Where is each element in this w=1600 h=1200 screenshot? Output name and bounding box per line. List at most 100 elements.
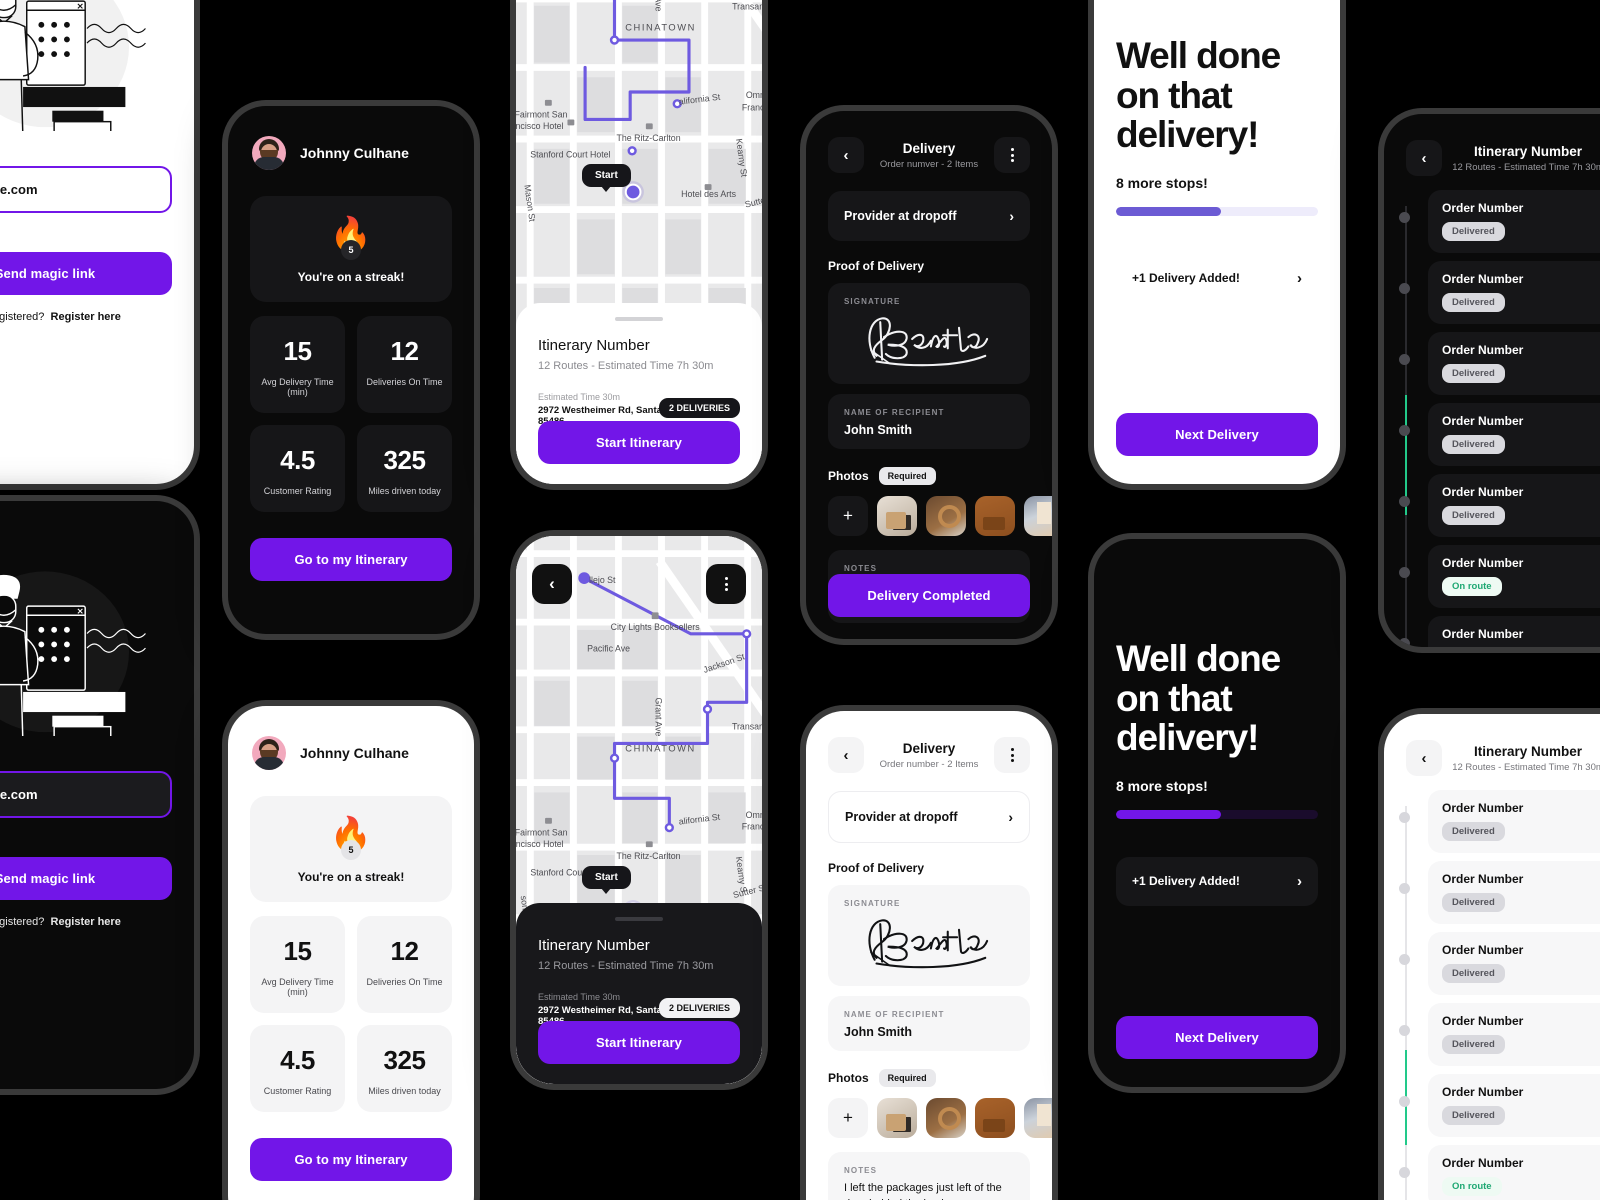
sheet-grabber-dark[interactable] [615, 917, 663, 921]
go-to-itinerary-button-light[interactable]: Go to my Itinerary [250, 1138, 452, 1181]
send-magic-link-button-dark[interactable]: Send magic link [0, 857, 172, 900]
photo-thumbnail[interactable] [975, 1098, 1015, 1138]
itinerary-topbar: ‹ Itinerary Number 12 Routes - Estimated… [1384, 114, 1600, 176]
send-magic-link-button[interactable]: Send magic link [0, 252, 172, 295]
delivery-topbar: ‹ Delivery Order numver - 2 Items [806, 111, 1052, 173]
order-card[interactable]: Order Number Delivered [1428, 932, 1600, 995]
back-button[interactable]: ‹ [828, 737, 864, 773]
order-card[interactable]: Order Number Delivered [1428, 190, 1600, 253]
back-button[interactable]: ‹ [1406, 140, 1442, 176]
order-card[interactable]: Order Number Delivered [1428, 261, 1600, 324]
register-prompt-text-dark: Not registered? [0, 916, 45, 928]
order-number-label: Order Number [1442, 201, 1524, 215]
more-options-button[interactable] [706, 564, 746, 604]
recipient-value: John Smith [844, 1025, 913, 1039]
signature-block: SIGNATURE [828, 283, 1030, 384]
streak-text-light: You're on a streak! [297, 870, 405, 884]
order-card[interactable]: Order Number Delivered [1428, 403, 1600, 466]
next-delivery-button[interactable]: Next Delivery [1116, 413, 1318, 456]
deliveries-pill-dark: 2 DELIVERIES [658, 998, 740, 1018]
add-photo-button[interactable]: + [828, 496, 868, 536]
signature-label: SIGNATURE [844, 297, 901, 306]
delivery-completed-button[interactable]: Delivery Completed [828, 574, 1030, 617]
timeline-item[interactable]: Order Number Delivered [1399, 261, 1600, 324]
user-name-light: Johnny Culhane [300, 745, 409, 761]
photo-thumbnail[interactable] [975, 496, 1015, 536]
timeline-item[interactable]: Order Number On route [1399, 545, 1600, 608]
svg-text:Fairmont San: Fairmont San [516, 109, 568, 119]
sheet-grabber[interactable] [615, 317, 663, 321]
svg-text:Transamer: Transamer [732, 2, 762, 12]
timeline-item[interactable]: Order NumberPendingNew [1399, 616, 1600, 647]
timeline-item[interactable]: Order Number On route [1399, 1145, 1600, 1200]
provider-row-label: Provider at dropoff [844, 209, 957, 223]
success-heading-dark: Well done on that delivery! [1116, 639, 1318, 758]
photo-thumbnail[interactable] [926, 1098, 966, 1138]
stat-value: 325 [383, 445, 426, 475]
timeline-item[interactable]: Order Number Delivered [1399, 474, 1600, 537]
order-card[interactable]: Order Number Delivered [1428, 861, 1600, 924]
status-badge: Delivered [1442, 364, 1505, 383]
chevron-right-icon: › [1297, 872, 1302, 890]
order-card[interactable]: Order NumberPendingNew [1428, 616, 1600, 647]
timeline-node [1399, 812, 1410, 823]
svg-text:Hotel des Arts: Hotel des Arts [681, 189, 736, 199]
timeline-item[interactable]: Order Number Delivered [1399, 190, 1600, 253]
photo-thumbnail[interactable] [877, 496, 917, 536]
photo-thumbnail[interactable] [926, 496, 966, 536]
register-link[interactable]: Register here [51, 311, 121, 323]
delivery-added-row[interactable]: +1 Delivery Added! › [1116, 253, 1318, 303]
itinerary-topbar-light: ‹ Itinerary Number 12 Routes - Estimated… [1384, 714, 1600, 776]
start-itinerary-button[interactable]: Start Itinerary [538, 421, 740, 464]
back-button[interactable]: ‹ [828, 137, 864, 173]
more-options-button[interactable] [994, 137, 1030, 173]
timeline-item[interactable]: Order Number Delivered [1399, 1003, 1600, 1066]
more-options-button[interactable] [994, 737, 1030, 773]
timeline-item[interactable]: Order Number Delivered [1399, 932, 1600, 995]
next-delivery-button-dark[interactable]: Next Delivery [1116, 1016, 1318, 1059]
svg-text:Grant Ave: Grant Ave [654, 697, 664, 736]
timeline-item[interactable]: Order Number Delivered [1399, 332, 1600, 395]
timeline-item[interactable]: Order Number Delivered [1399, 790, 1600, 853]
order-badges: Delivered [1442, 293, 1600, 312]
back-button[interactable]: ‹ [532, 564, 572, 604]
timeline-node [1399, 883, 1410, 894]
order-card[interactable]: Order Number Delivered [1428, 332, 1600, 395]
go-to-itinerary-button[interactable]: Go to my Itinerary [250, 538, 452, 581]
timeline-item[interactable]: Order Number Delivered [1399, 861, 1600, 924]
stat-card: 12 Deliveries On Time [357, 916, 452, 1013]
avatar-light[interactable] [252, 736, 286, 770]
order-card[interactable]: Order Number Delivered [1428, 474, 1600, 537]
timeline-item[interactable]: Order Number Delivered [1399, 1074, 1600, 1137]
order-card[interactable]: Order Number On route [1428, 545, 1600, 608]
photo-thumbnail[interactable] [1024, 1098, 1052, 1138]
order-card[interactable]: Order Number Delivered [1428, 790, 1600, 853]
photo-thumbnail[interactable] [877, 1098, 917, 1138]
order-card[interactable]: Order Number On route [1428, 1145, 1600, 1200]
start-itinerary-button-dark[interactable]: Start Itinerary [538, 1021, 740, 1064]
page-subtitle: 12 Routes - Estimated Time 7h 30m [1452, 161, 1600, 173]
status-badge: Delivered [1442, 435, 1505, 454]
add-photo-button[interactable]: + [828, 1098, 868, 1138]
delivery-added-label: +1 Delivery Added! [1132, 874, 1240, 889]
stat-value: 15 [283, 336, 312, 366]
email-field-dark[interactable]: ith@google.com [0, 771, 172, 818]
delivery-added-row-dark[interactable]: +1 Delivery Added! › [1116, 856, 1318, 906]
email-field[interactable]: ith@google.com [0, 166, 172, 213]
order-card[interactable]: Order Number Delivered [1428, 1003, 1600, 1066]
photo-thumbnail[interactable] [1024, 496, 1052, 536]
order-card[interactable]: Order Number Delivered [1428, 1074, 1600, 1137]
timeline-item[interactable]: Order Number Delivered [1399, 403, 1600, 466]
svg-text:Omni S: Omni S [746, 90, 762, 100]
provider-at-dropoff-row-light[interactable]: Provider at dropoff › [828, 791, 1030, 843]
avatar[interactable] [252, 136, 286, 170]
register-link-dark[interactable]: Register here [51, 916, 121, 928]
success-heading-line-3: delivery! [1116, 114, 1259, 156]
phone-success-dark: Well done on that delivery! 8 more stops… [1088, 533, 1346, 1093]
timeline-node [1399, 496, 1410, 507]
order-number-label: Order Number [1442, 343, 1524, 357]
photos-title: Photos [828, 1071, 869, 1085]
provider-at-dropoff-row[interactable]: Provider at dropoff › [828, 191, 1030, 241]
signature-block-light: SIGNATURE [828, 885, 1030, 986]
back-button[interactable]: ‹ [1406, 740, 1442, 776]
